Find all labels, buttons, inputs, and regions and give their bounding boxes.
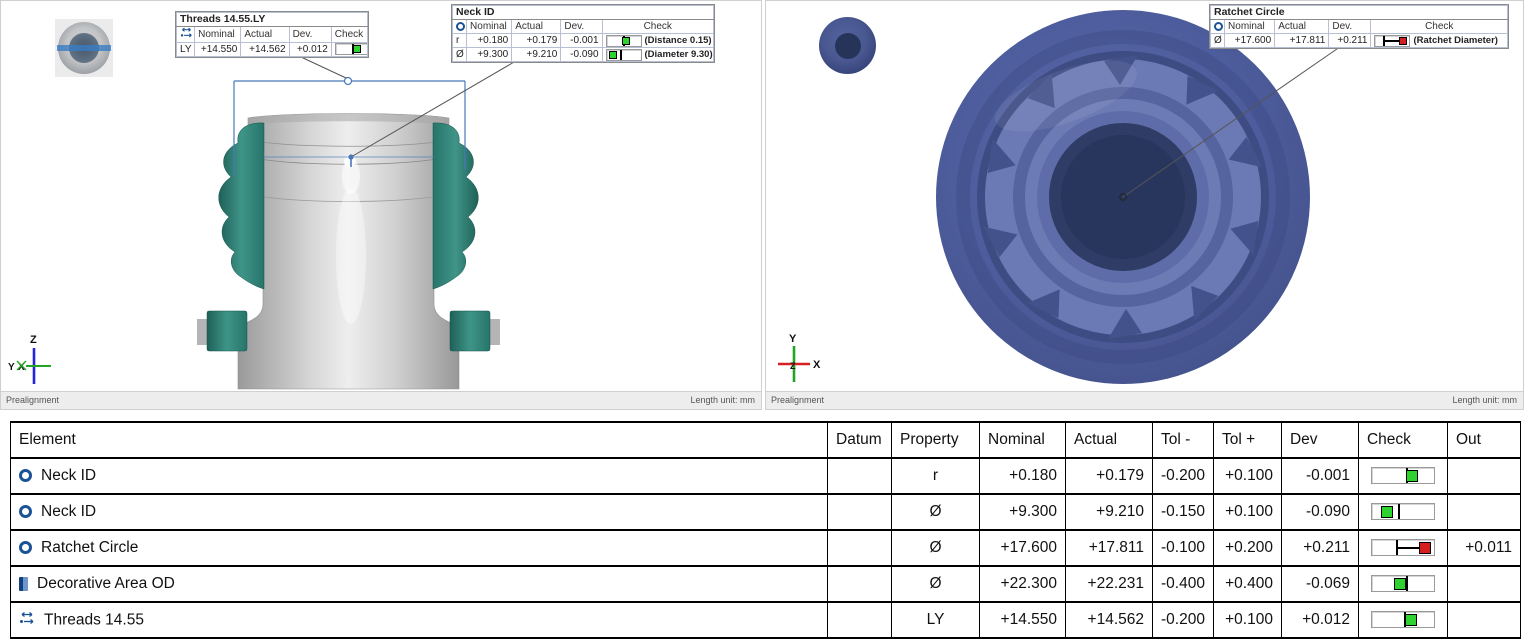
axis-y-label: Y [789, 333, 797, 345]
annotation-ratchet-circle[interactable]: Ratchet Circle Nominal Actual Dev. Check… [1210, 5, 1508, 48]
table-row[interactable]: Threads 14.55 LY +14.550 +14.562 -0.200 … [11, 602, 1521, 638]
viewport-status-bar: Prealignment Length unit: mm [766, 391, 1523, 409]
check-bar [606, 35, 642, 47]
col-datum: Datum [828, 422, 892, 458]
col-dev: Dev [1281, 422, 1358, 458]
annotation-row: Ø +17.600 +17.811 +0.211 (Ratchet Diamet… [1211, 34, 1508, 48]
col-out: Out [1447, 422, 1520, 458]
check-bar [335, 43, 368, 55]
alignment-status: Prealignment [766, 395, 824, 405]
annotation-threads[interactable]: Threads 14.55.LY Nominal Actual Dev. Che… [176, 12, 368, 57]
annotation-title: Neck ID [453, 6, 714, 20]
length-unit: Length unit: mm [690, 392, 755, 408]
annotation-title: Threads 14.55.LY [177, 13, 368, 27]
table-row[interactable]: Neck ID r +0.180 +0.179 -0.200 +0.100 -0… [11, 458, 1521, 494]
surface-icon [19, 577, 28, 591]
circle-icon [19, 505, 32, 518]
axis-triad[interactable]: Z Y X [5, 331, 65, 391]
annotation-neck-id[interactable]: Neck ID Nominal Actual Dev. Check r +0.1… [452, 5, 714, 62]
table-row[interactable]: Decorative Area OD Ø +22.300 +22.231 -0.… [11, 566, 1521, 602]
check-bar [1371, 539, 1435, 556]
col-actual: Actual [1066, 422, 1153, 458]
check-bar [1371, 503, 1435, 520]
view-thumbnail[interactable] [819, 17, 877, 75]
circle-icon [19, 541, 32, 554]
col-check: Check [1358, 422, 1447, 458]
viewport-side-view[interactable]: Threads 14.55.LY Nominal Actual Dev. Che… [0, 0, 762, 410]
table-row[interactable]: Ratchet Circle Ø +17.600 +17.811 -0.100 … [11, 530, 1521, 566]
check-bar [1374, 35, 1410, 47]
inspection-app: Threads 14.55.LY Nominal Actual Dev. Che… [0, 0, 1524, 640]
alignment-status: Prealignment [1, 395, 59, 405]
check-bar [606, 49, 642, 61]
circle-icon [453, 20, 467, 34]
annotation-row: Ø +9.300 +9.210 -0.090 (Diameter 9.30) [453, 48, 714, 62]
section-plane-indicator [57, 45, 111, 51]
col-tol-minus: Tol - [1153, 422, 1214, 458]
check-bar [1371, 467, 1435, 484]
axis-z-label: Z [790, 361, 796, 371]
col-nominal: Nominal [980, 422, 1066, 458]
view-thumbnail[interactable] [55, 19, 113, 77]
cap-top-scene [766, 1, 1523, 393]
length-icon [177, 27, 195, 43]
axis-y-label: Y [8, 362, 15, 373]
col-element: Element [11, 422, 828, 458]
axis-x-label: X [813, 359, 821, 371]
axis-z-label: Z [30, 334, 37, 346]
circle-icon [19, 469, 32, 482]
col-tol-plus: Tol + [1213, 422, 1281, 458]
annotation-row: LY +14.550 +14.562 +0.012 [177, 43, 368, 57]
annotation-row: r +0.180 +0.179 -0.001 (Distance 0.15) [453, 34, 714, 48]
annotation-title: Ratchet Circle [1211, 6, 1508, 20]
viewport-status-bar: Prealignment Length unit: mm [1, 391, 761, 409]
length-icon [19, 611, 35, 630]
table-header-row: Element Datum Property Nominal Actual To… [11, 422, 1521, 458]
col-property: Property [892, 422, 980, 458]
inspection-results-table: Element Datum Property Nominal Actual To… [10, 421, 1521, 639]
axis-triad[interactable]: Y X Z [776, 331, 836, 391]
viewport-top-view[interactable]: Ratchet Circle Nominal Actual Dev. Check… [765, 0, 1524, 410]
circle-icon [1211, 20, 1225, 34]
check-bar [1371, 611, 1435, 628]
table-row[interactable]: Neck ID Ø +9.300 +9.210 -0.150 +0.100 -0… [11, 494, 1521, 530]
leader-line-threads [301, 57, 346, 78]
length-unit: Length unit: mm [1452, 392, 1517, 408]
check-bar [1371, 575, 1435, 592]
